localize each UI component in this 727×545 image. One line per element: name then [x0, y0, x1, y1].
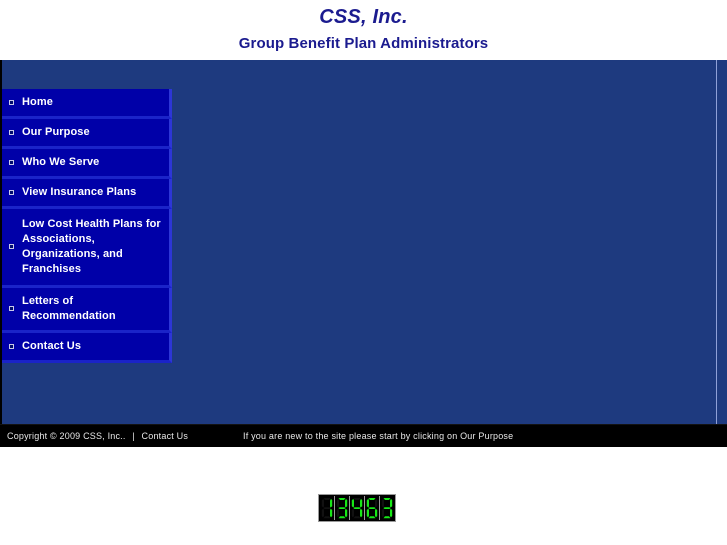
- nav-item-label: Our Purpose: [22, 126, 90, 138]
- page-body: Home Our Purpose Who We Serve View Insur…: [0, 60, 727, 424]
- nav-item-home[interactable]: Home: [2, 89, 172, 119]
- nav-item-label: Low Cost Health Plans for Associations, …: [22, 218, 161, 275]
- nav-item-label: View Insurance Plans: [22, 186, 137, 198]
- counter-digit: [365, 496, 380, 520]
- page-header: CSS, Inc. Group Benefit Plan Administrat…: [0, 0, 727, 60]
- hit-counter: [318, 494, 396, 522]
- footer-copyright: Copyright © 2009 CSS, Inc.. | Contact Us: [7, 431, 188, 441]
- square-bullet-icon: [9, 99, 14, 105]
- counter-digit: [380, 496, 394, 520]
- nav-item-label: Contact Us: [22, 340, 82, 352]
- square-bullet-icon: [9, 129, 14, 135]
- nav-item-contact-us[interactable]: Contact Us: [2, 333, 172, 363]
- square-bullet-icon: [9, 306, 14, 311]
- square-bullet-icon: [9, 189, 14, 195]
- counter-digit: [335, 496, 350, 520]
- square-bullet-icon: [9, 244, 14, 249]
- page-footer: Copyright © 2009 CSS, Inc.. | Contact Us…: [0, 424, 727, 447]
- main-navigation: Home Our Purpose Who We Serve View Insur…: [2, 89, 172, 363]
- nav-item-low-cost-health-plans[interactable]: Low Cost Health Plans for Associations, …: [2, 209, 172, 288]
- nav-item-view-insurance-plans[interactable]: View Insurance Plans: [2, 179, 172, 209]
- counter-digit: [320, 496, 335, 520]
- footer-contact-link[interactable]: Contact Us: [142, 431, 189, 441]
- nav-item-who-we-serve[interactable]: Who We Serve: [2, 149, 172, 179]
- nav-item-label: Letters of Recommendation: [22, 295, 116, 322]
- footer-note: If you are new to the site please start …: [243, 431, 514, 441]
- nav-item-label: Who We Serve: [22, 156, 100, 168]
- page-right-edge: [716, 60, 727, 424]
- copyright-text: Copyright © 2009 CSS, Inc..: [7, 431, 126, 441]
- site-tagline: Group Benefit Plan Administrators: [238, 35, 489, 52]
- nav-item-letters-of-recommendation[interactable]: Letters of Recommendation: [2, 288, 172, 333]
- square-bullet-icon: [9, 343, 14, 349]
- square-bullet-icon: [9, 159, 14, 165]
- nav-item-our-purpose[interactable]: Our Purpose: [2, 119, 172, 149]
- site-title: CSS, Inc.: [319, 6, 408, 28]
- counter-digit: [350, 496, 365, 520]
- footer-separator: |: [132, 431, 135, 441]
- nav-item-label: Home: [22, 96, 53, 108]
